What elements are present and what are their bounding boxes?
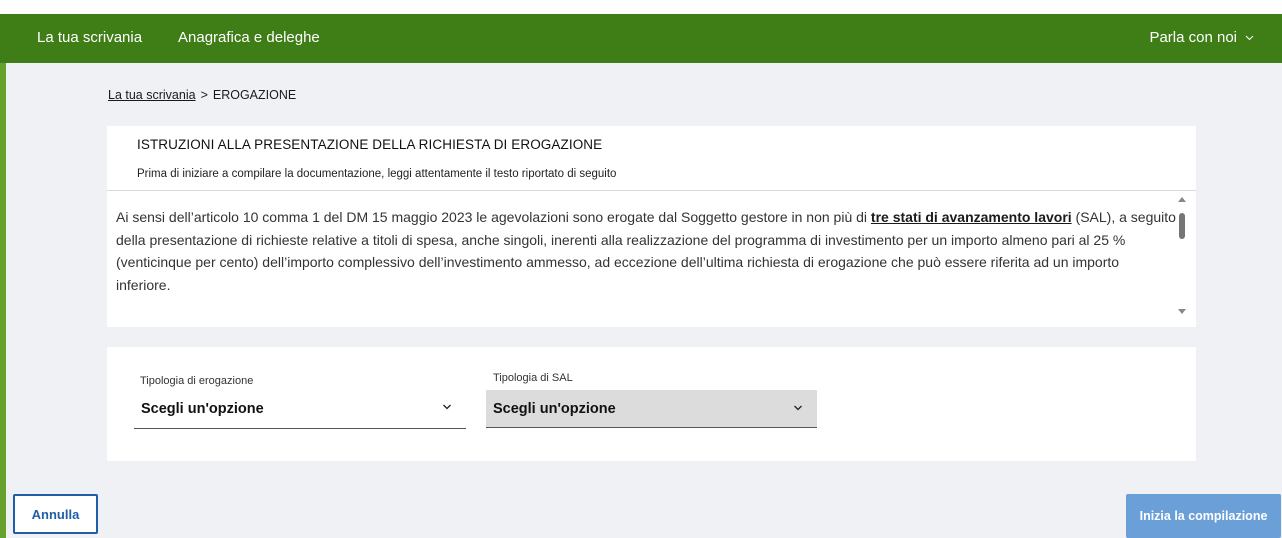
nav-item-talk[interactable]: Parla con noi [1149, 29, 1254, 46]
sal-label: Tipologia di SAL [493, 372, 573, 384]
erogazione-select[interactable]: Scegli un'opzione [134, 389, 466, 429]
top-strip [0, 0, 1282, 14]
chevron-down-icon [794, 405, 802, 411]
form-panel: Tipologia di erogazione Scegli un'opzion… [107, 347, 1196, 461]
erogazione-field: Tipologia di erogazione Scegli un'opzion… [134, 375, 466, 429]
erogazione-select-value: Scegli un'opzione [141, 400, 264, 417]
sal-link[interactable]: tre stati di avanzamento lavori [871, 209, 1072, 225]
chevron-down-icon [1245, 35, 1254, 40]
scroll-up-arrow-icon[interactable] [1178, 197, 1186, 202]
scroll-down-arrow-icon[interactable] [1178, 309, 1186, 314]
chevron-down-icon [443, 404, 451, 410]
instructions-body: Ai sensi dell’articolo 10 comma 1 del DM… [116, 206, 1176, 296]
nav-item-desk[interactable]: La tua scrivania [37, 29, 142, 46]
divider [107, 190, 1196, 191]
nav-item-registry[interactable]: Anagrafica e deleghe [178, 29, 320, 46]
start-compilation-button[interactable]: Inizia la compilazione [1126, 494, 1281, 538]
cancel-button[interactable]: Annulla [13, 494, 98, 534]
breadcrumb-current: EROGAZIONE [212, 88, 297, 102]
instructions-scrollbar[interactable] [1174, 193, 1190, 318]
sal-field: Tipologia di SAL Scegli un'opzione [486, 372, 817, 429]
nav-talk-label: Parla con noi [1149, 29, 1237, 46]
body-text-before: Ai sensi dell’articolo 10 comma 1 del DM… [116, 209, 871, 225]
sal-select[interactable]: Scegli un'opzione [486, 390, 817, 428]
top-navigation: La tua scrivania Anagrafica e deleghe Pa… [0, 14, 1282, 63]
erogazione-label: Tipologia di erogazione [140, 375, 254, 387]
breadcrumb-home-link[interactable]: La tua scrivania [108, 88, 196, 102]
sal-select-value: Scegli un'opzione [493, 400, 616, 417]
scroll-thumb[interactable] [1179, 213, 1185, 239]
breadcrumb-separator: > [200, 88, 208, 102]
breadcrumb: La tua scrivania > EROGAZIONE [108, 88, 296, 102]
instructions-panel: ISTRUZIONI ALLA PRESENTAZIONE DELLA RICH… [107, 126, 1196, 327]
instructions-title: ISTRUZIONI ALLA PRESENTAZIONE DELLA RICH… [137, 137, 603, 152]
instructions-subtitle: Prima di iniziare a compilare la documen… [137, 168, 617, 180]
